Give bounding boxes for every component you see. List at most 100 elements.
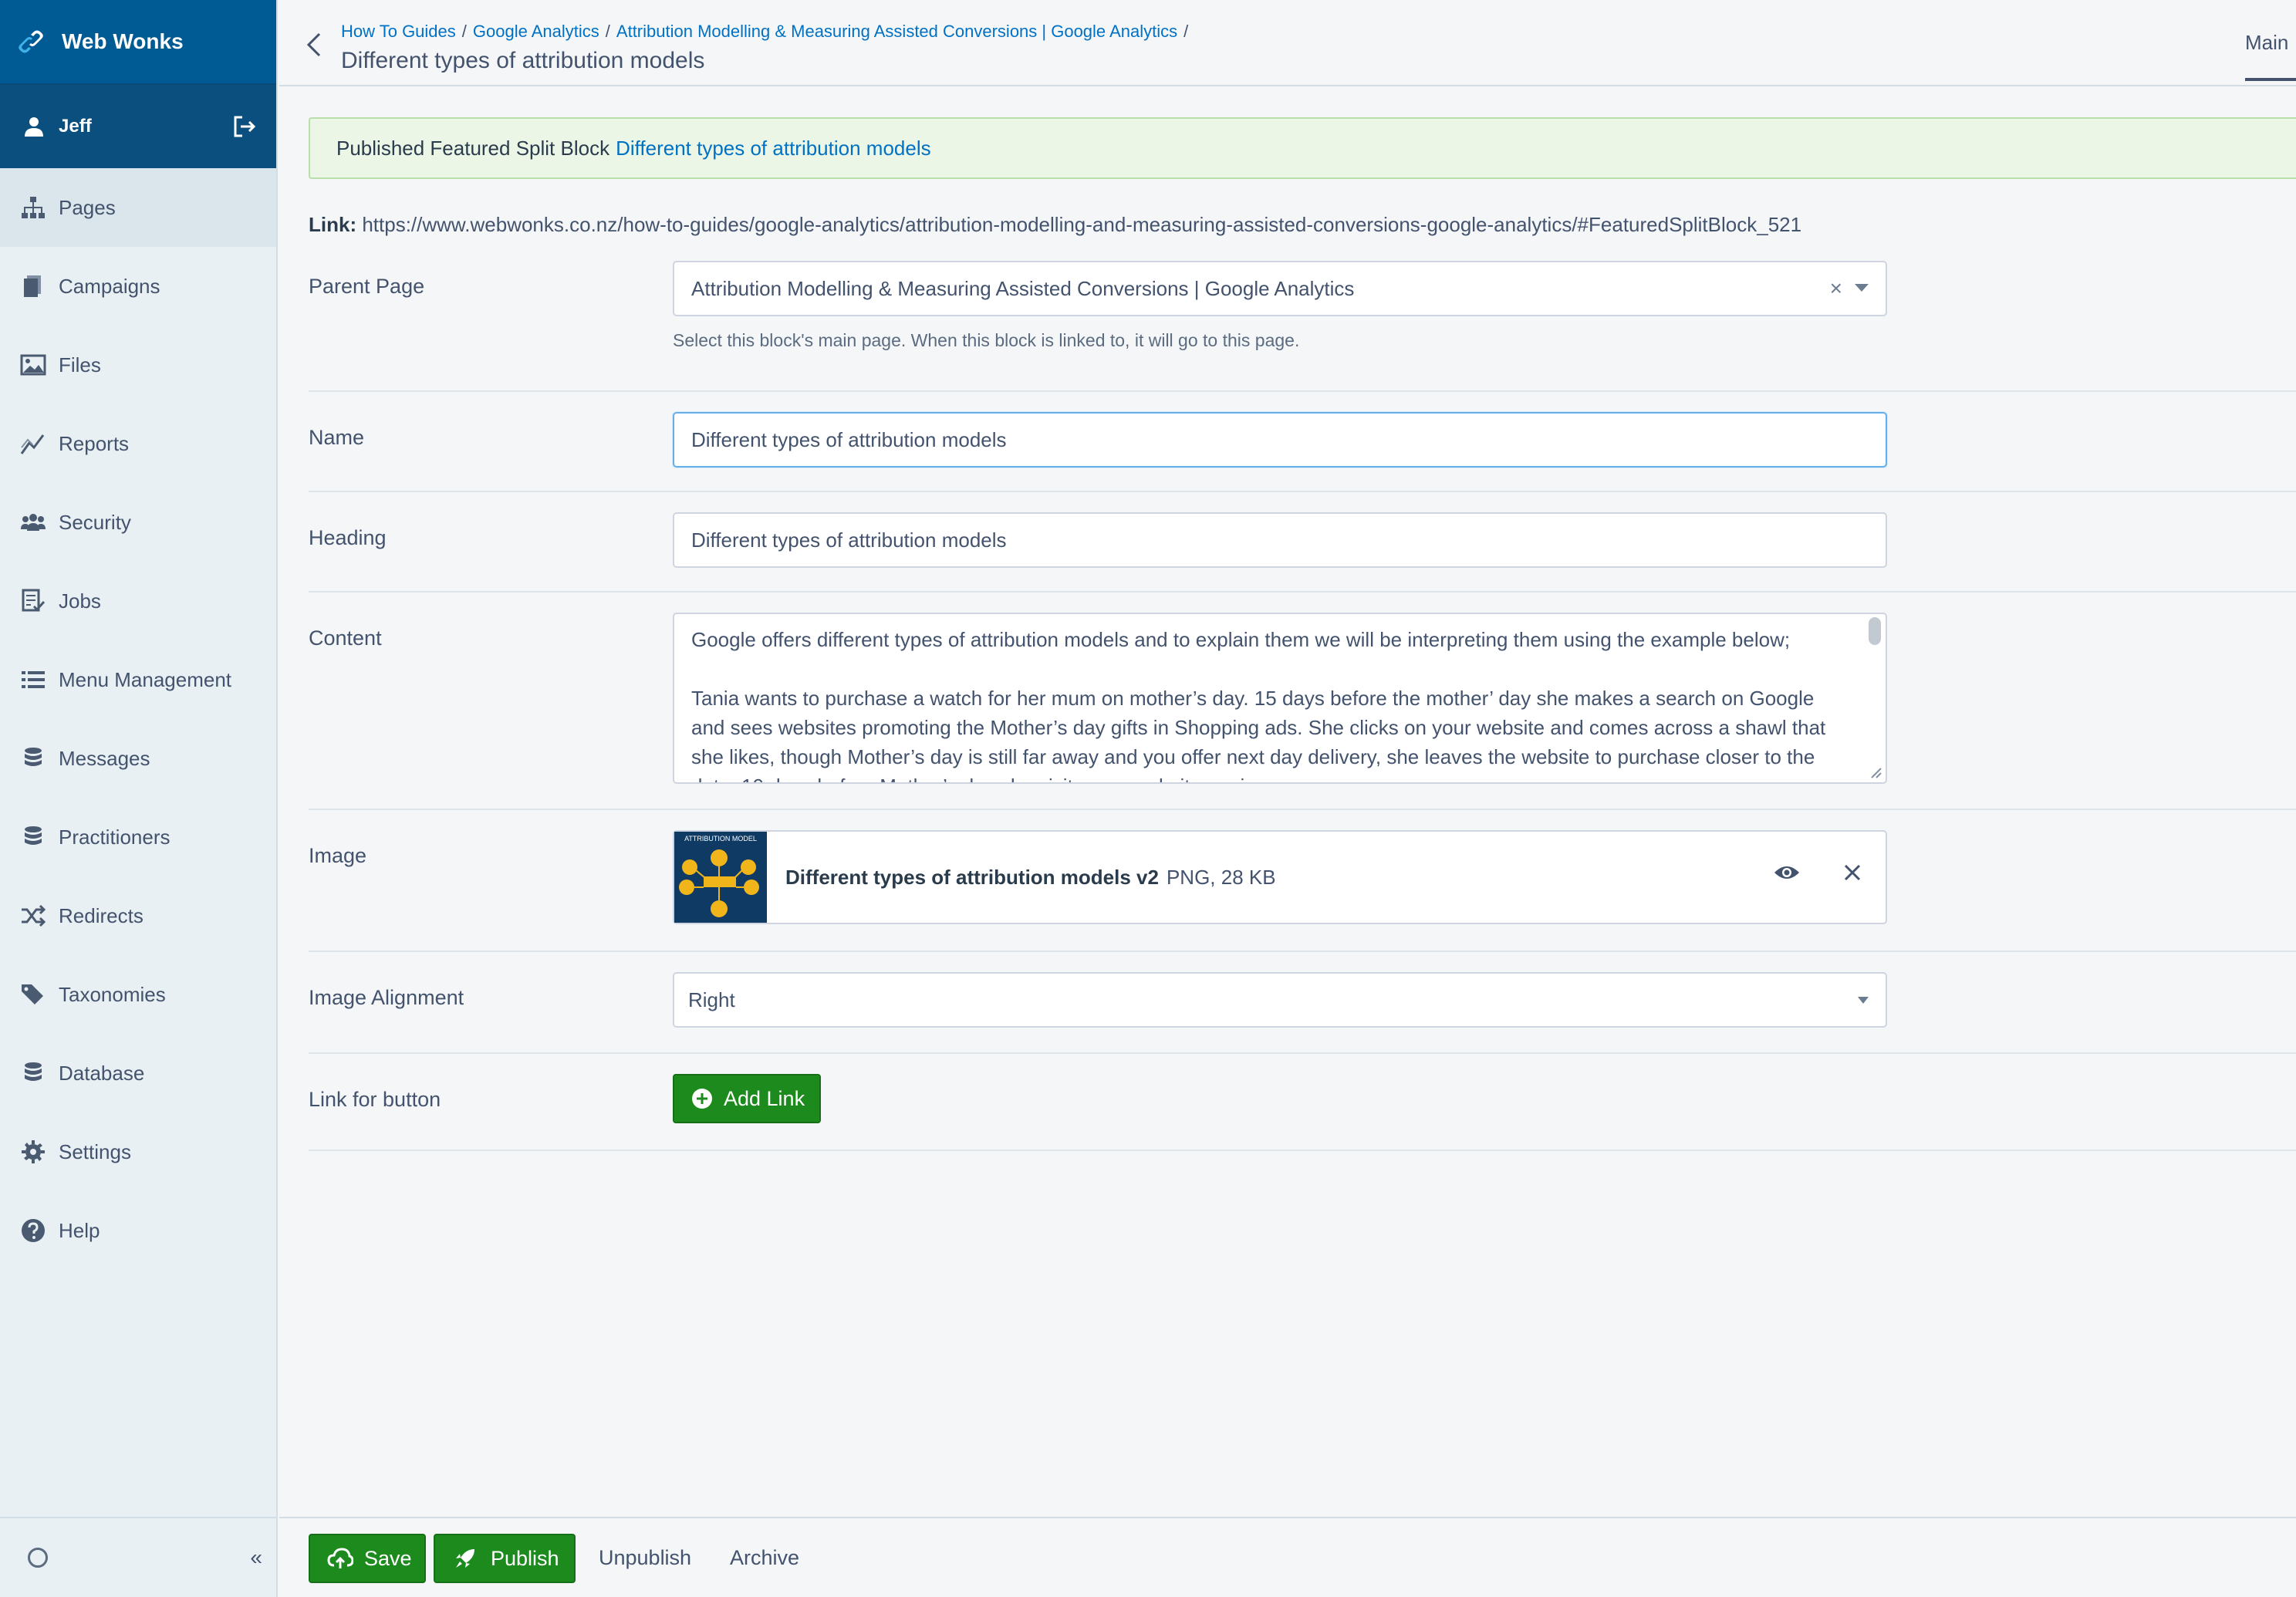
sidebar-item-security[interactable]: Security xyxy=(0,483,276,562)
sidebar-item-label: Redirects xyxy=(59,903,144,927)
image-alignment-select[interactable]: Right xyxy=(673,972,1887,1028)
sidebar-item-label: Security xyxy=(59,510,131,534)
breadcrumb-link[interactable]: How To Guides xyxy=(341,22,456,41)
attribution-diagram-icon xyxy=(679,849,759,917)
logout-icon[interactable] xyxy=(231,113,258,140)
brand-name: Web Wonks xyxy=(62,29,184,53)
breadcrumb-link[interactable]: Google Analytics xyxy=(473,22,599,41)
chevron-down-icon[interactable] xyxy=(1855,284,1869,292)
image-icon xyxy=(20,354,46,376)
sidebar-item-campaigns[interactable]: Campaigns xyxy=(0,247,276,326)
block-link: Link: https://www.webwonks.co.nz/how-to-… xyxy=(309,213,1801,237)
sidebar-item-label: Reports xyxy=(59,431,130,455)
publish-button[interactable]: Publish xyxy=(434,1534,576,1583)
chevron-down-icon[interactable] xyxy=(1858,997,1869,1004)
sidebar-item-label: Settings xyxy=(59,1140,131,1163)
line-chart-icon xyxy=(20,434,45,454)
list-icon xyxy=(22,671,45,688)
archive-button[interactable]: Archive xyxy=(730,1546,799,1570)
sidebar-item-pages[interactable]: Pages xyxy=(0,168,276,247)
link-url[interactable]: https://www.webwonks.co.nz/how-to-guides… xyxy=(362,213,1801,236)
divider xyxy=(309,591,2296,593)
page-header: How To Guides / Google Analytics / Attributi… xyxy=(279,0,2296,86)
sidebar-item-label: Database xyxy=(59,1061,145,1085)
parent-page-hint: Select this block's main page. When this… xyxy=(673,330,1300,350)
name-input[interactable]: Different types of attribution models xyxy=(673,412,1887,468)
sidebar-item-label: Files xyxy=(59,353,101,376)
sidebar-item-database[interactable]: Database xyxy=(0,1034,276,1112)
shuffle-icon xyxy=(22,904,46,927)
heading-input[interactable]: Different types of attribution models xyxy=(673,512,1887,568)
sidebar-item-redirects[interactable]: Redirects xyxy=(0,876,276,955)
save-label: Save xyxy=(364,1546,412,1570)
eye-icon[interactable] xyxy=(1773,863,1801,882)
action-bar: Save Publish Unpublish Archive xyxy=(279,1517,2296,1597)
user-bar: Jeff xyxy=(0,85,276,168)
divider xyxy=(309,809,2296,810)
user-name[interactable]: Jeff xyxy=(59,116,231,137)
alert-text: Published Featured Split Block xyxy=(336,136,610,160)
sidebar-item-settings[interactable]: Settings xyxy=(0,1112,276,1191)
sidebar-item-label: Jobs xyxy=(59,589,101,613)
publish-label: Publish xyxy=(491,1546,559,1570)
sidebar-item-help[interactable]: Help xyxy=(0,1191,276,1270)
heading-value: Different types of attribution models xyxy=(691,528,1007,552)
breadcrumb-separator: / xyxy=(461,22,467,41)
success-alert: Published Featured Split Block Different… xyxy=(309,117,2296,179)
image-alignment-value: Right xyxy=(688,988,735,1011)
parent-page-value: Attribution Modelling & Measuring Assist… xyxy=(691,276,1355,300)
sidebar-item-taxonomies[interactable]: Taxonomies xyxy=(0,955,276,1034)
breadcrumb-separator: / xyxy=(605,22,610,41)
breadcrumb-link[interactable]: Attribution Modelling & Measuring Assist… xyxy=(616,22,1177,41)
close-icon[interactable] xyxy=(1842,863,1862,883)
parent-page-select[interactable]: Attribution Modelling & Measuring Assist… xyxy=(673,261,1887,316)
brand[interactable]: Web Wonks xyxy=(0,0,276,85)
plus-circle-icon xyxy=(692,1089,712,1109)
sidebar-item-label: Taxonomies xyxy=(59,982,166,1006)
image-thumbnail[interactable]: ATTRIBUTION MODEL xyxy=(674,832,767,923)
image-file-name: Different types of attribution models v2 xyxy=(785,865,1159,889)
alert-link[interactable]: Different types of attribution models xyxy=(616,137,931,160)
sidebar-item-menu-management[interactable]: Menu Management xyxy=(0,640,276,719)
clear-icon[interactable]: × xyxy=(1830,276,1842,301)
sidebar-item-label: Help xyxy=(59,1218,100,1242)
content-textarea[interactable]: Google offers different types of attribu… xyxy=(673,613,1887,784)
database-icon xyxy=(25,1062,42,1081)
users-icon xyxy=(21,514,46,531)
divider xyxy=(309,491,2296,492)
content-blank-line xyxy=(691,654,1839,684)
sidebar-item-practitioners[interactable]: Practitioners xyxy=(0,798,276,876)
save-button[interactable]: Save xyxy=(309,1534,426,1583)
sidebar-item-label: Pages xyxy=(59,195,116,219)
back-arrow-icon[interactable] xyxy=(301,29,329,60)
divider xyxy=(309,390,2296,392)
sidebar-item-label: Campaigns xyxy=(59,274,160,298)
sidebar-item-jobs[interactable]: Jobs xyxy=(0,562,276,640)
sidebar-nav: Pages Campaigns Files Reports Security J… xyxy=(0,168,276,1270)
name-value: Different types of attribution models xyxy=(691,427,1007,451)
sidebar-item-label: Practitioners xyxy=(59,825,171,849)
web-wonks-logo-icon xyxy=(19,30,43,53)
sidebar-item-messages[interactable]: Messages xyxy=(0,719,276,798)
rocket-icon xyxy=(456,1549,474,1568)
cloud-upload-icon xyxy=(327,1548,353,1568)
gear-icon xyxy=(22,1140,45,1163)
resize-handle-icon[interactable] xyxy=(1867,764,1882,779)
help-circle-icon xyxy=(22,1219,45,1242)
scrollbar[interactable] xyxy=(1869,617,1881,645)
database-icon xyxy=(25,748,42,766)
collapse-sidebar-button[interactable]: « xyxy=(250,1545,262,1570)
unpublish-button[interactable]: Unpublish xyxy=(599,1546,691,1570)
add-link-label: Add Link xyxy=(724,1086,805,1110)
image-alignment-label: Image Alignment xyxy=(309,986,464,1009)
parent-page-label: Parent Page xyxy=(309,275,425,298)
tab-main[interactable]: Main xyxy=(2245,31,2296,81)
add-link-button[interactable]: Add Link xyxy=(673,1074,821,1123)
sidebar-item-files[interactable]: Files xyxy=(0,326,276,404)
documents-icon xyxy=(24,275,41,297)
sidebar: Web Wonks Jeff Pages Campaigns Files Rep… xyxy=(0,0,278,1597)
sidebar-item-reports[interactable]: Reports xyxy=(0,404,276,483)
tags-icon xyxy=(22,984,43,1004)
status-circle-icon xyxy=(28,1548,48,1568)
breadcrumb: How To Guides / Google Analytics / Attributi… xyxy=(341,22,1194,42)
